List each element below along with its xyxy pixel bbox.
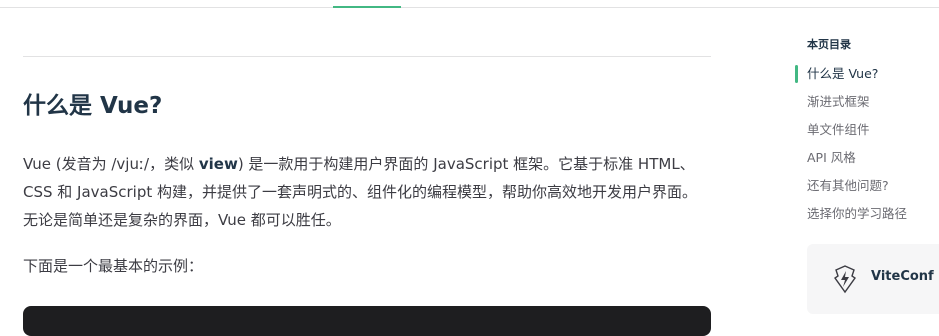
outline-item-single-file-components[interactable]: 单文件组件 <box>807 121 870 139</box>
page-title: 什么是 Vue? <box>23 93 163 119</box>
outline-item-api-styles[interactable]: API 风格 <box>807 149 856 167</box>
top-navbar <box>0 0 939 8</box>
intro-prefix: Vue (发音为 /vjuː/，类似 <box>23 155 199 173</box>
intro-bold: view <box>198 155 238 173</box>
example-lead: 下面是一个最基本的示例： <box>23 257 204 275</box>
outline-item-progressive-framework[interactable]: 渐进式框架 <box>807 93 870 111</box>
content-divider <box>23 56 711 57</box>
sponsor-card[interactable]: ViteConf 2 <box>807 244 939 314</box>
code-block <box>23 306 711 336</box>
sponsor-name: ViteConf 2 <box>871 269 939 284</box>
outline-item-learning-path[interactable]: 选择你的学习路径 <box>807 205 907 223</box>
viteconf-logo-icon <box>834 265 856 294</box>
outline-item-what-is-vue[interactable]: 什么是 Vue? <box>807 65 878 83</box>
page-outline: 本页目录 什么是 Vue? 渐进式框架 单文件组件 API 风格 还有其他问题?… <box>795 30 939 317</box>
outline-title: 本页目录 <box>807 38 851 51</box>
outline-active-marker <box>795 65 798 83</box>
outline-item-more-questions[interactable]: 还有其他问题? <box>807 177 889 195</box>
intro-paragraph: Vue (发音为 /vjuː/，类似 view) 是一款用于构建用户界面的 Ja… <box>23 150 711 234</box>
main-content: 什么是 Vue? Vue (发音为 /vjuː/，类似 view) 是一款用于构… <box>23 8 711 336</box>
